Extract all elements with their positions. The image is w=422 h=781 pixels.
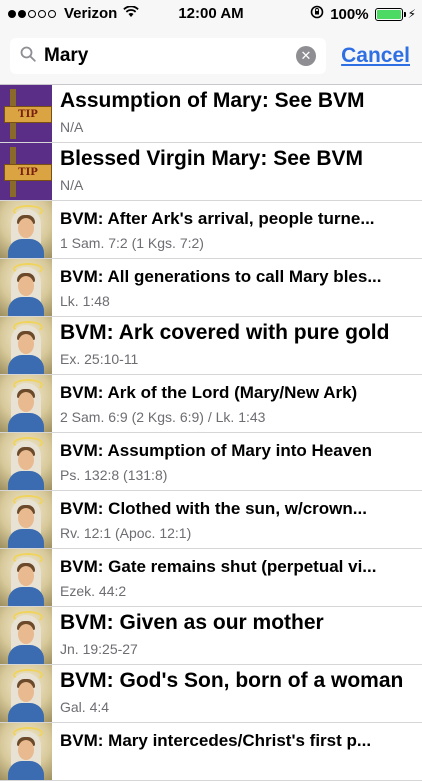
tip-sign-icon: TIP [0,143,52,200]
face [18,508,34,528]
battery-icon [374,7,403,21]
result-row[interactable]: BVM: Assumption of Mary into Heaven Ps. 1… [0,433,422,491]
status-bar: Verizon 12:00 AM 100% ⚡ [0,0,422,28]
mantle [8,471,44,490]
result-reference: Jn. 19:25-27 [60,641,138,657]
search-icon [20,46,36,67]
mantle [8,645,44,664]
result-title: BVM: God's Son, born of a woman [60,669,404,692]
result-reference: Lk. 1:48 [60,293,110,309]
mary-portrait-icon [0,665,52,722]
mary-portrait-icon [0,607,52,664]
mantle [8,355,44,374]
mary-portrait-icon [0,259,52,316]
mary-portrait-icon [0,491,52,548]
rotation-lock-icon [310,5,324,23]
tip-sign-label: TIP [4,164,52,181]
face [18,276,34,296]
result-title: Assumption of Mary: See BVM [60,89,365,112]
mantle [8,761,44,780]
face [18,218,34,238]
result-title: BVM: Gate remains shut (perpetual vi... [60,557,377,576]
mary-portrait-icon [0,375,52,432]
result-title: BVM: Assumption of Mary into Heaven [60,441,373,460]
result-title: BVM: Ark of the Lord (Mary/New Ark) [60,383,358,402]
result-reference: Gal. 4:4 [60,699,110,715]
search-field[interactable]: Mary ✕ [10,38,326,74]
results-list: TIP Assumption of Mary: See BVM N/A TIP Bles… [0,85,422,781]
mary-portrait-icon [0,723,52,780]
result-reference: Ex. 25:10-11 [60,351,139,367]
result-reference: 1 Sam. 7:2 (1 Kgs. 7:2) [60,235,204,251]
face [18,334,34,354]
result-row[interactable]: BVM: After Ark's arrival, people turne..… [0,201,422,259]
charging-icon: ⚡ [407,7,416,21]
result-title: BVM: Clothed with the sun, w/crown... [60,499,367,518]
result-row[interactable]: BVM: Clothed with the sun, w/crown... Rv.… [0,491,422,549]
result-row[interactable]: TIP Assumption of Mary: See BVM N/A [0,85,422,143]
result-reference: Ps. 132:8 (131:8) [60,467,168,483]
battery-fill [376,9,401,19]
result-reference: N/A [60,119,84,135]
mantle [8,297,44,316]
clear-icon[interactable]: ✕ [296,46,316,66]
face [18,624,34,644]
result-reference: 2 Sam. 6:9 (2 Kgs. 6:9) / Lk. 1:43 [60,409,266,425]
mantle [8,703,44,722]
result-row[interactable]: BVM: Mary intercedes/Christ's first p... [0,723,422,781]
mantle [8,587,44,606]
result-title: BVM: Mary intercedes/Christ's first p... [60,731,372,750]
face [18,682,34,702]
result-row[interactable]: BVM: All generations to call Mary bles..… [0,259,422,317]
result-reference: Ezek. 44:2 [60,583,127,599]
mary-portrait-icon [0,201,52,258]
face [18,740,34,760]
result-title: BVM: Given as our mother [60,611,324,634]
result-row[interactable]: BVM: Gate remains shut (perpetual vi... E… [0,549,422,607]
result-row[interactable]: TIP Blessed Virgin Mary: See BVM N/A [0,143,422,201]
battery-cap [403,11,406,17]
tip-sign-label: TIP [4,106,52,123]
face [18,450,34,470]
result-row[interactable]: BVM: Ark of the Lord (Mary/New Ark) 2 Sam… [0,375,422,433]
result-row[interactable]: BVM: Given as our mother Jn. 19:25-27 [0,607,422,665]
mary-portrait-icon [0,317,52,374]
result-title: Blessed Virgin Mary: See BVM [60,147,364,170]
result-title: BVM: All generations to call Mary bles..… [60,267,382,286]
mantle [8,413,44,432]
mary-portrait-icon [0,549,52,606]
face [18,392,34,412]
mantle [8,529,44,548]
result-title: BVM: After Ark's arrival, people turne..… [60,209,375,228]
tip-sign-icon: TIP [0,85,52,142]
search-bar: Mary ✕ Cancel [0,28,422,85]
face [18,566,34,586]
result-row[interactable]: BVM: God's Son, born of a woman Gal. 4:4 [0,665,422,723]
result-reference: Rv. 12:1 (Apoc. 12:1) [60,525,192,541]
mary-portrait-icon [0,433,52,490]
search-input[interactable]: Mary [44,45,296,67]
result-title: BVM: Ark covered with pure gold [60,321,390,344]
battery-area: 100% ⚡ [310,5,416,23]
cancel-button[interactable]: Cancel [341,44,410,68]
result-row[interactable]: BVM: Ark covered with pure gold Ex. 25:10… [0,317,422,375]
battery-percent: 100% [330,5,369,23]
mantle [8,239,44,258]
result-reference: N/A [60,177,84,193]
